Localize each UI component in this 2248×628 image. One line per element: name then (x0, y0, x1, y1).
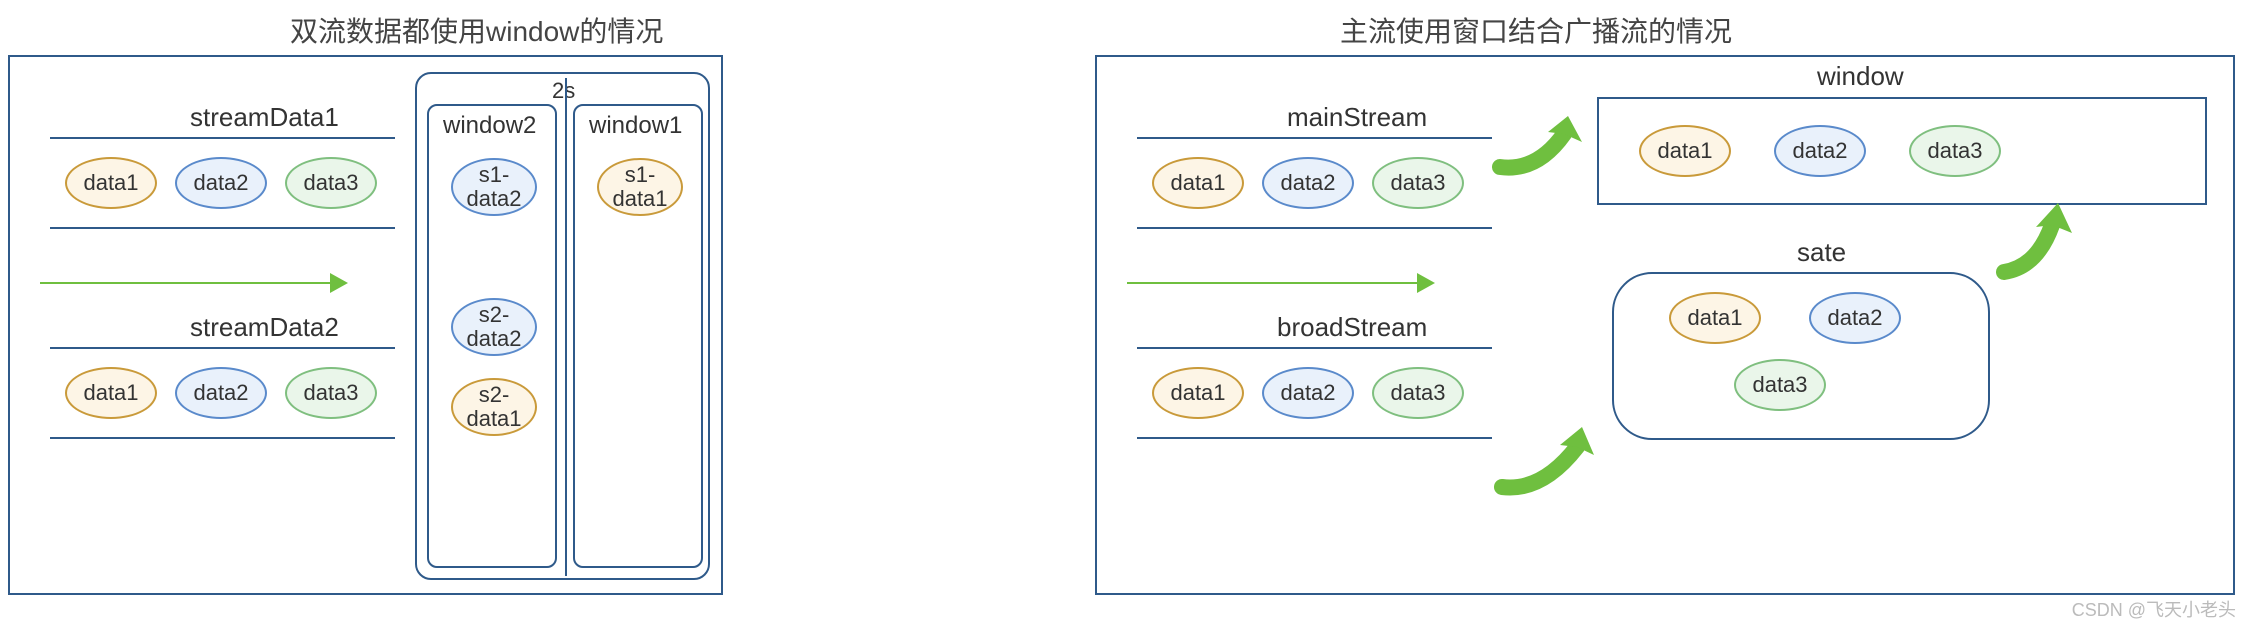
data-ellipse: data2 (1262, 157, 1354, 209)
stream2-bottom-line (50, 437, 395, 439)
data-ellipse: data1 (1639, 125, 1731, 177)
data-ellipse: data3 (1734, 359, 1826, 411)
data-ellipse: data2 (175, 367, 267, 419)
stream-arrow-line (40, 282, 330, 284)
data-ellipse: data3 (1372, 157, 1464, 209)
mainstream-bottom-line (1137, 227, 1492, 229)
data-ellipse: s1-data2 (451, 158, 537, 216)
mainstream-top-line (1137, 137, 1492, 139)
right-panel: mainStream data1 data2 data3 window data… (1095, 55, 2235, 595)
data-ellipse: data3 (1909, 125, 2001, 177)
data-ellipse: data3 (285, 157, 377, 209)
broadstream-top-line (1137, 347, 1492, 349)
stream2-label: streamData2 (190, 312, 339, 343)
data-ellipse: s2-data1 (451, 378, 537, 436)
window-label: window (1817, 61, 1904, 92)
window1-label: window1 (589, 112, 682, 140)
data-ellipse: data2 (1774, 125, 1866, 177)
data-ellipse: data1 (1152, 367, 1244, 419)
data-ellipse: data1 (65, 157, 157, 209)
diagram-canvas: 双流数据都使用window的情况 streamData1 data1 data2… (0, 0, 2248, 628)
stream1-label: streamData1 (190, 102, 339, 133)
data-ellipse: data1 (1152, 157, 1244, 209)
broadstream-bottom-line (1137, 437, 1492, 439)
data-ellipse: data2 (1809, 292, 1901, 344)
stream2-top-line (50, 347, 395, 349)
mainstream-label: mainStream (1287, 102, 1427, 133)
left-title: 双流数据都使用window的情况 (290, 10, 663, 50)
data-ellipse: data2 (1262, 367, 1354, 419)
watermark-text: CSDN @飞天小老头 (2072, 596, 2236, 622)
window1-col: window1 s1-data1 (573, 104, 703, 568)
arrow-main-to-window-icon (1492, 112, 1592, 182)
arrow-state-to-window-icon (1992, 197, 2082, 287)
stream1-top-line (50, 137, 395, 139)
data-ellipse: data3 (1372, 367, 1464, 419)
right-title: 主流使用窗口结合广播流的情况 (1340, 10, 1732, 50)
data-ellipse: data1 (1669, 292, 1761, 344)
arrow-broad-to-state-icon (1492, 417, 1612, 507)
data-ellipse: data3 (285, 367, 377, 419)
state-label: sate (1797, 237, 1846, 268)
stream1-bottom-line (50, 227, 395, 229)
stream-arrow-head-icon (1417, 273, 1435, 293)
broadstream-label: broadStream (1277, 312, 1427, 343)
window-box: data1 data2 data3 (1597, 97, 2207, 205)
data-ellipse: data2 (175, 157, 267, 209)
state-box: data1 data2 data3 (1612, 272, 1990, 440)
windows-separator (565, 78, 567, 576)
stream-arrow-line (1127, 282, 1417, 284)
window2-col: window2 s1-data2 s2-data2 s2-data1 (427, 104, 557, 568)
windows-group: 2s window2 s1-data2 s2-data2 s2-data1 wi… (415, 72, 710, 580)
stream-arrow-head-icon (330, 273, 348, 293)
data-ellipse: data1 (65, 367, 157, 419)
window2-label: window2 (443, 112, 536, 140)
left-panel: streamData1 data1 data2 data3 streamData… (8, 55, 723, 595)
tick-label: 2s (552, 78, 575, 104)
data-ellipse: s1-data1 (597, 158, 683, 216)
data-ellipse: s2-data2 (451, 298, 537, 356)
